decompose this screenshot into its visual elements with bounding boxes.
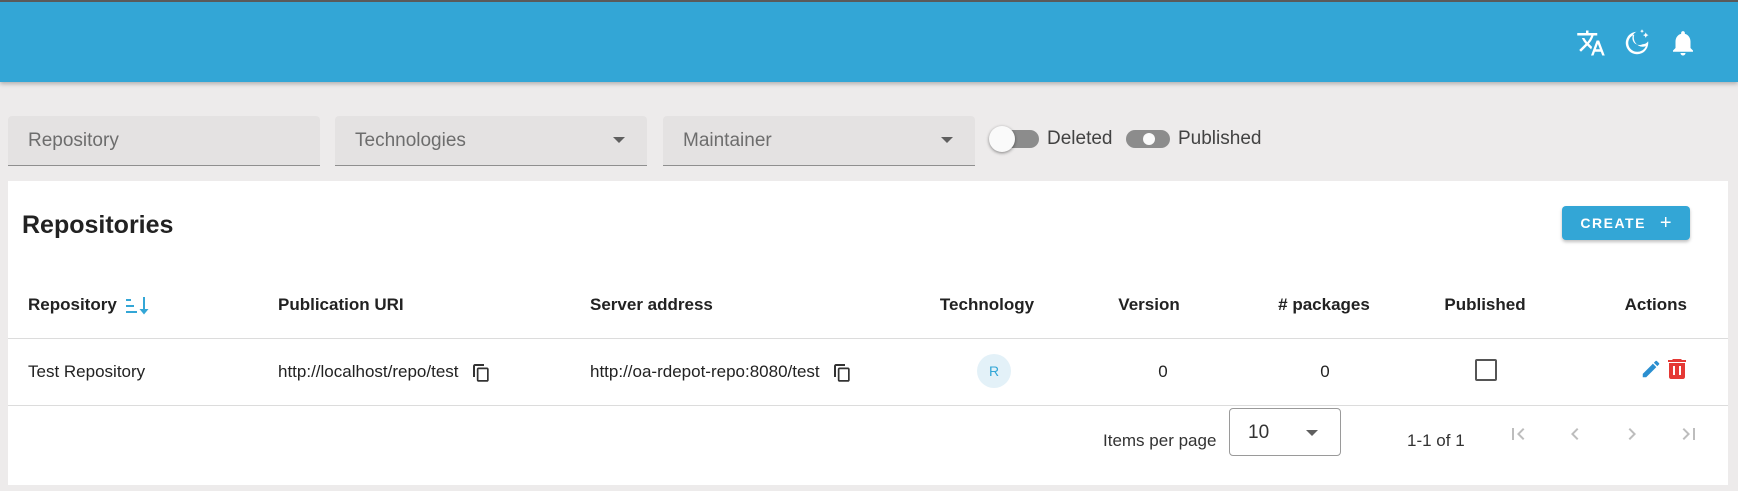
header-divider [8,338,1728,339]
edit-icon[interactable] [1640,358,1662,380]
chevron-down-icon [613,137,625,143]
sort-ascending-icon [125,296,149,315]
items-per-page-label: Items per page [1103,431,1217,450]
deleted-toggle-track [989,126,1039,152]
items-per-page-select[interactable]: 10 [1229,408,1341,456]
cell-publication-uri: http://localhost/repo/test [278,362,489,382]
column-header-publication-uri[interactable]: Publication URI [278,295,404,315]
repository-search-input[interactable] [8,116,320,165]
published-toggle-track [1126,130,1170,148]
delete-icon[interactable] [1667,358,1687,380]
row-divider [8,405,1728,406]
chevron-left-icon [1571,428,1579,440]
copy-icon[interactable] [834,363,851,382]
column-header-published[interactable]: Published [1444,295,1525,315]
column-header-repository[interactable]: Repository [28,295,150,316]
create-button-label: CREATE [1580,215,1646,231]
technologies-select-label: Technologies [355,130,466,151]
cell-version: 0 [1158,362,1168,381]
app-bar-actions [1576,26,1698,60]
page-title: Repositories [22,211,174,239]
deleted-toggle-label: Deleted [1047,128,1113,149]
column-header-version[interactable]: Version [1118,295,1179,315]
previous-page-button[interactable] [1563,422,1587,446]
column-header-packages[interactable]: # packages [1278,295,1370,315]
published-toggle-thumb [1143,133,1155,145]
translate-icon[interactable] [1576,26,1606,60]
cell-repository-name: Test Repository [28,362,146,381]
deleted-toggle-thumb [989,126,1015,152]
repository-filter-field [8,116,320,166]
app-bar [0,0,1738,82]
chevron-right-icon [1628,428,1636,440]
maintainer-select[interactable]: Maintainer [663,116,975,166]
repositories-card: Repositories CREATE + Repository Publica… [8,181,1728,485]
filter-bar: Technologies Maintainer Deleted Publishe… [8,116,1728,166]
first-page-button[interactable] [1506,422,1530,446]
notifications-icon[interactable] [1668,26,1698,60]
column-header-actions: Actions [1624,295,1687,314]
publication-uri-text: http://localhost/repo/test [278,362,459,381]
cell-packages: 0 [1320,362,1330,381]
published-toggle-label: Published [1178,128,1262,149]
deleted-toggle[interactable]: Deleted [989,126,1113,152]
next-page-button[interactable] [1620,422,1644,446]
first-page-icon [1512,428,1525,440]
pagination-range: 1-1 of 1 [1407,431,1465,450]
server-address-text: http://oa-rdepot-repo:8080/test [590,362,820,381]
column-header-technology[interactable]: Technology [940,295,1034,315]
plus-icon: + [1659,212,1672,234]
technology-badge: R [977,354,1011,388]
last-page-button[interactable] [1677,422,1701,446]
chevron-down-icon [941,137,953,143]
published-checkbox[interactable] [1475,359,1497,381]
column-header-server-address[interactable]: Server address [590,295,713,315]
chevron-down-icon [1306,430,1318,436]
maintainer-select-label: Maintainer [683,130,772,151]
technologies-select[interactable]: Technologies [335,116,647,166]
create-button[interactable]: CREATE + [1562,206,1690,240]
items-per-page-value: 10 [1248,422,1270,443]
copy-icon[interactable] [473,363,489,382]
cell-server-address: http://oa-rdepot-repo:8080/test [590,362,851,382]
last-page-icon [1682,428,1695,440]
column-header-repository-label: Repository [28,295,117,314]
dark-mode-icon[interactable] [1622,26,1652,60]
published-toggle[interactable]: Published [1126,128,1261,150]
